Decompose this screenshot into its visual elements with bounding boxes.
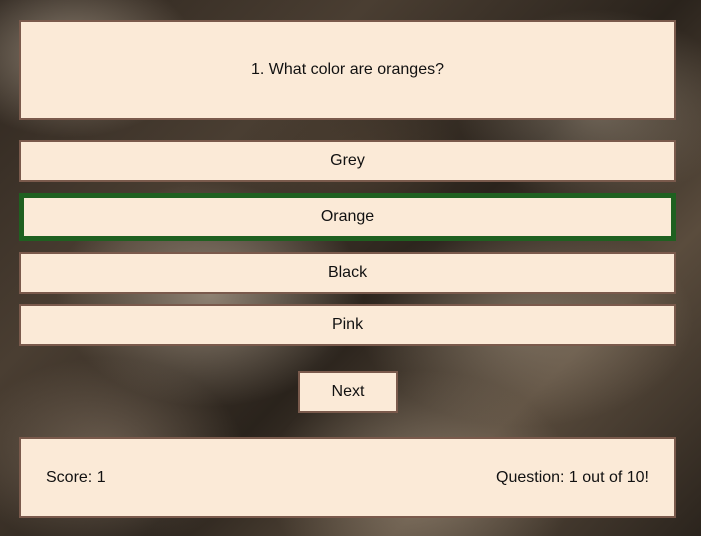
answer-button-orange[interactable]: Orange [19,193,676,241]
answer-button-black[interactable]: Black [19,252,676,294]
answer-button-pink[interactable]: Pink [19,304,676,346]
score-text: Score: 1 [46,468,106,486]
answer-label: Orange [320,208,375,225]
answer-button-grey[interactable]: Grey [19,140,676,182]
answer-label: Black [327,264,368,281]
question-panel: 1. What color are oranges? [19,20,676,120]
status-panel: Score: 1 Question: 1 out of 10! [19,437,676,518]
next-button-label: Next [331,383,365,400]
next-button[interactable]: Next [298,371,398,413]
question-progress-text: Question: 1 out of 10! [496,468,649,486]
answer-label: Pink [331,316,364,333]
question-text: 1. What color are oranges? [251,61,444,78]
answer-label: Grey [330,152,365,169]
